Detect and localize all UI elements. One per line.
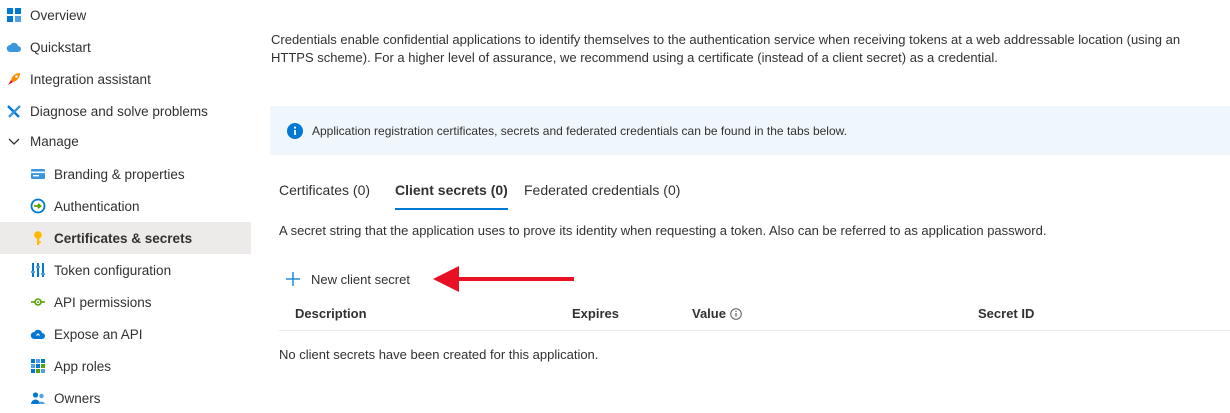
red-arrow-annotation xyxy=(433,266,574,292)
info-icon xyxy=(287,122,303,139)
sidebar-item-label: Token configuration xyxy=(54,262,172,278)
column-header-expires[interactable]: Expires xyxy=(572,306,619,321)
sidebar-item-label: Integration assistant xyxy=(30,71,151,87)
token-bars-icon xyxy=(30,262,46,278)
cloud-icon xyxy=(6,39,22,55)
column-header-description[interactable]: Description xyxy=(295,306,367,321)
table-header-row: Description Expires Value Secret ID xyxy=(279,297,1230,331)
sidebar-item-label: Certificates & secrets xyxy=(54,230,193,246)
sidebar-item-label: Manage xyxy=(30,133,79,149)
new-client-secret-label: New client secret xyxy=(311,271,410,287)
info-banner: Application registration certificates, s… xyxy=(270,106,1230,155)
sidebar-group-manage[interactable]: Manage xyxy=(0,125,251,157)
sidebar-item-overview[interactable]: Overview xyxy=(0,0,251,31)
key-icon xyxy=(30,230,46,246)
plus-icon xyxy=(285,271,301,287)
sidebar-item-label: Branding & properties xyxy=(54,166,185,182)
wrench-icon xyxy=(6,103,22,119)
sidebar-item-api-permissions[interactable]: API permissions xyxy=(0,286,251,318)
tab-certificates[interactable]: Certificates (0) xyxy=(279,182,370,210)
branding-card-icon xyxy=(30,166,46,182)
chevron-down-icon xyxy=(6,133,22,149)
sidebar-item-label: Quickstart xyxy=(30,39,91,55)
sidebar-item-label: Overview xyxy=(30,7,87,23)
sidebar-item-diagnose[interactable]: Diagnose and solve problems xyxy=(0,95,251,127)
sidebar-item-label: Owners xyxy=(54,390,101,406)
tab-client-secrets[interactable]: Client secrets (0) xyxy=(395,182,508,210)
sidebar-item-owners[interactable]: Owners xyxy=(0,382,251,413)
column-header-secret-id[interactable]: Secret ID xyxy=(978,306,1034,321)
sidebar-item-integration-assistant[interactable]: Integration assistant xyxy=(0,63,251,95)
sidebar-item-app-roles[interactable]: App roles xyxy=(0,350,251,382)
sidebar-item-label: App roles xyxy=(54,358,112,374)
sidebar-item-branding[interactable]: Branding & properties xyxy=(0,158,251,190)
tab-federated-credentials[interactable]: Federated credentials (0) xyxy=(524,182,680,210)
sidebar-item-expose-api[interactable]: Expose an API xyxy=(0,318,251,350)
sidebar-item-quickstart[interactable]: Quickstart xyxy=(0,31,251,63)
sidebar-item-label: Diagnose and solve problems xyxy=(30,103,208,119)
new-client-secret-button[interactable]: New client secret xyxy=(285,267,410,291)
api-permissions-icon xyxy=(30,294,46,310)
sidebar-item-label: Expose an API xyxy=(54,326,143,342)
sidebar-item-authentication[interactable]: Authentication xyxy=(0,190,251,222)
cloud-api-icon xyxy=(30,326,46,342)
sidebar-item-certificates-secrets[interactable]: Certificates & secrets xyxy=(0,222,251,254)
rocket-icon xyxy=(6,71,22,87)
sidebar-item-label: Authentication xyxy=(54,198,140,214)
authentication-icon xyxy=(30,198,46,214)
app-roles-grid-icon xyxy=(30,358,46,374)
column-header-value-label: Value xyxy=(692,306,726,321)
info-circle-icon[interactable] xyxy=(730,307,742,320)
column-header-value[interactable]: Value xyxy=(692,306,742,321)
client-secrets-table: Description Expires Value Secret ID No c… xyxy=(279,297,1230,362)
sidebar-item-token-configuration[interactable]: Token configuration xyxy=(0,254,251,286)
info-banner-text: Application registration certificates, s… xyxy=(312,123,847,138)
people-icon xyxy=(30,390,46,406)
main-content: Credentials enable confidential applicat… xyxy=(251,0,1230,413)
overview-grid-icon xyxy=(6,7,22,23)
sidebar-item-label: API permissions xyxy=(54,294,152,310)
client-secret-description: A secret string that the application use… xyxy=(279,223,1047,238)
sidebar-nav: Overview Quickstart Integration assistan… xyxy=(0,0,251,413)
credentials-intro-text: Credentials enable confidential applicat… xyxy=(271,32,1181,65)
empty-table-message: No client secrets have been created for … xyxy=(279,347,599,362)
